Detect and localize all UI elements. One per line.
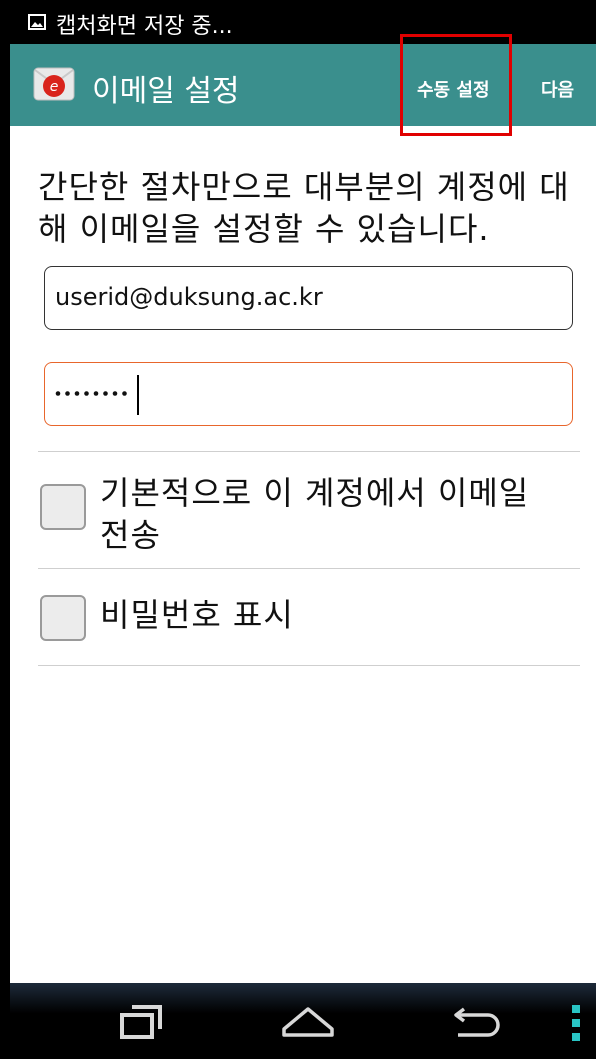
show-password-label[interactable]: 비밀번호 표시	[100, 594, 294, 636]
navigation-bar	[10, 983, 596, 1059]
password-dot	[74, 391, 80, 396]
send-default-checkbox[interactable]	[40, 484, 86, 530]
password-dot	[55, 391, 61, 396]
status-text: 캡처화면 저장 중...	[56, 14, 233, 39]
password-mask	[55, 391, 127, 396]
send-default-label[interactable]: 기본적으로 이 계정에서 이메일 전송	[100, 472, 570, 556]
email-value: userid@duksung.ac.kr	[55, 283, 323, 311]
divider	[38, 451, 580, 452]
divider	[38, 665, 580, 666]
back-icon[interactable]	[450, 1003, 506, 1045]
next-button[interactable]: 다음	[541, 76, 574, 102]
highlight-annotation	[400, 34, 512, 136]
password-dot	[112, 391, 118, 396]
password-dot	[122, 391, 127, 396]
left-frame	[0, 0, 10, 1059]
intro-text: 간단한 절차만으로 대부분의 계정에 대해 이메일을 설정할 수 있습니다.	[38, 168, 570, 248]
recent-apps-icon[interactable]	[118, 1003, 164, 1045]
password-dot	[93, 391, 99, 396]
password-dot	[103, 391, 108, 396]
svg-text:e: e	[50, 79, 59, 95]
show-password-checkbox[interactable]	[40, 595, 86, 641]
image-icon	[28, 14, 46, 30]
email-app-icon: e	[32, 62, 76, 106]
menu-dots-icon[interactable]	[570, 1005, 582, 1045]
home-icon[interactable]	[280, 1003, 336, 1045]
page-title: 이메일 설정	[92, 74, 240, 109]
password-dot	[84, 391, 89, 396]
password-dot	[65, 391, 70, 396]
email-field[interactable]: userid@duksung.ac.kr	[44, 266, 573, 330]
password-field[interactable]	[44, 362, 573, 426]
divider	[38, 568, 580, 569]
text-cursor	[137, 375, 139, 415]
